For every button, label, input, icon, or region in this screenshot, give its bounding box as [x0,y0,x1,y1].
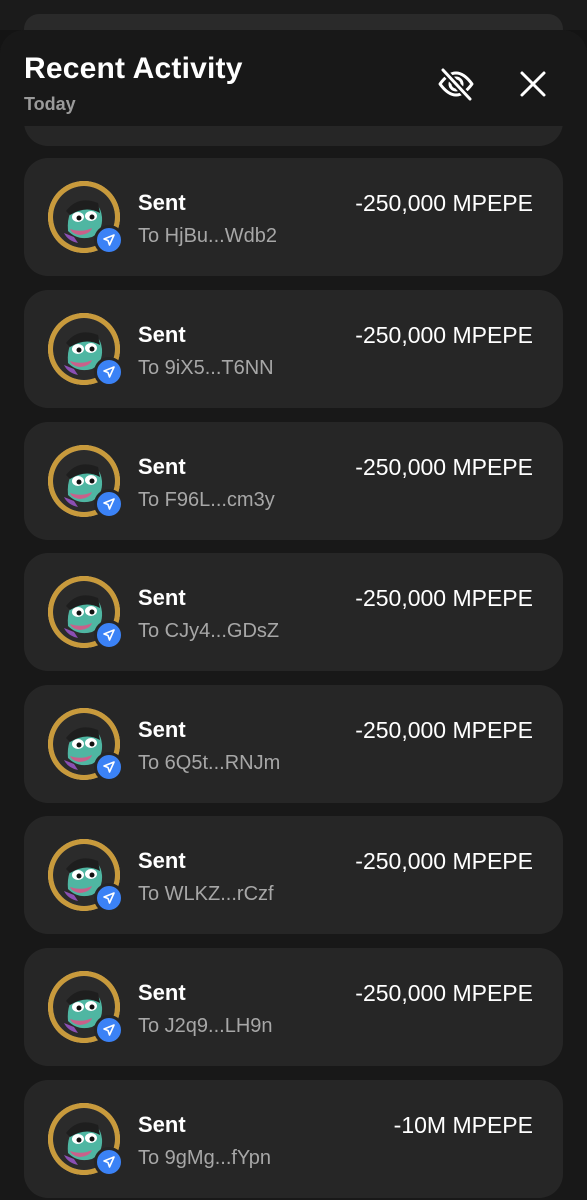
transaction-type: Sent [138,848,186,873]
transaction-amount: -250,000 MPEPE [355,717,533,743]
transaction-amount: -10M MPEPE [393,1112,533,1138]
avatar [48,839,124,913]
recipient-address: To HjBu...Wdb2 [138,225,277,247]
recipient-address: To CJy4...GDsZ [138,620,280,642]
list-item[interactable]: Sent To 9iX5...T6NN -250,000 MPEPE [24,290,563,408]
recipient-address: To 9gMg...fYpn [138,1147,272,1169]
list-item[interactable]: Sent To F96L...cm3y -250,000 MPEPE [24,422,563,540]
send-arrow-icon [94,1015,124,1045]
send-arrow-icon [94,752,124,782]
transaction-type: Sent [138,322,186,347]
recipient-address: To 9iX5...T6NN [138,357,274,379]
list-item[interactable]: Sent To 9gMg...fYpn -10M MPEPE [24,1080,563,1198]
transaction-amount: -250,000 MPEPE [355,848,533,874]
list-item[interactable]: Sent To WLKZ...rCzf -250,000 MPEPE [24,816,563,934]
avatar [48,181,124,255]
transaction-type: Sent [138,717,186,742]
screen: Sent To HjBu...Wdb2 -250,000 MPEPE Sent … [0,0,587,1200]
send-arrow-icon [94,1147,124,1177]
eye-slash-icon [438,66,474,103]
close-button[interactable] [510,60,556,108]
transaction-amount: -250,000 MPEPE [355,190,533,216]
transaction-type: Sent [138,1112,186,1137]
send-arrow-icon [94,620,124,650]
list-item[interactable]: Sent To HjBu...Wdb2 -250,000 MPEPE [24,158,563,276]
transaction-amount: -250,000 MPEPE [355,322,533,348]
avatar [48,313,124,387]
page-title: Recent Activity [24,52,243,85]
activity-list[interactable]: Sent To HjBu...Wdb2 -250,000 MPEPE Sent … [0,30,587,1200]
hide-balance-button[interactable] [432,60,480,108]
list-item[interactable]: Sent To J2q9...LH9n -250,000 MPEPE [24,948,563,1066]
transaction-type: Sent [138,454,186,479]
sheet-header: Recent Activity Today [0,30,587,126]
list-item[interactable]: Sent To 6Q5t...RNJm -250,000 MPEPE [24,685,563,803]
recipient-address: To WLKZ...rCzf [138,883,274,905]
recipient-address: To 6Q5t...RNJm [138,752,281,774]
list-item[interactable]: Sent To CJy4...GDsZ -250,000 MPEPE [24,553,563,671]
avatar [48,708,124,782]
transaction-amount: -250,000 MPEPE [355,585,533,611]
transaction-amount: -250,000 MPEPE [355,454,533,480]
date-subtitle: Today [24,94,76,114]
avatar [48,971,124,1045]
transaction-type: Sent [138,190,186,215]
recipient-address: To F96L...cm3y [138,489,275,511]
background-app-strip [0,0,587,44]
transaction-type: Sent [138,980,186,1005]
avatar [48,576,124,650]
avatar [48,1103,124,1177]
recent-activity-sheet: Sent To HjBu...Wdb2 -250,000 MPEPE Sent … [0,30,587,1200]
send-arrow-icon [94,357,124,387]
transaction-type: Sent [138,585,186,610]
send-arrow-icon [94,489,124,519]
send-arrow-icon [94,883,124,913]
transaction-amount: -250,000 MPEPE [355,980,533,1006]
avatar [48,445,124,519]
send-arrow-icon [94,225,124,255]
close-icon [520,71,546,97]
recipient-address: To J2q9...LH9n [138,1015,273,1037]
